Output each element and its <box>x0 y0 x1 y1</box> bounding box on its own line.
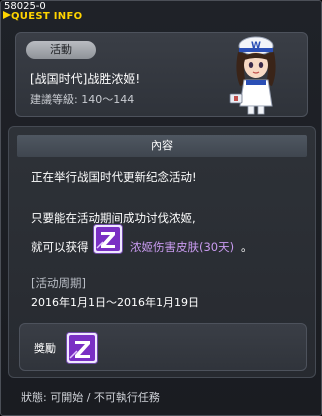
window-title: QUEST INFO <box>11 11 83 22</box>
title-bar[interactable]: 58025-0 QUEST INFO <box>1 1 321 23</box>
reward-item-icon[interactable] <box>66 332 98 364</box>
content-panel: 內容 正在举行战国时代更新纪念活动! 只要能在活动期间成功讨伐浓姬, 就可以获得… <box>8 126 316 378</box>
content-line-1: 正在举行战国时代更新纪念活动! <box>31 170 197 184</box>
damage-skin-icon[interactable] <box>93 224 123 254</box>
reward-name: 浓姬伤害皮肤(30天) <box>130 240 235 254</box>
quest-name: [战国时代]战胜浓姬! <box>30 72 141 86</box>
content-section-title: 內容 <box>17 135 307 157</box>
svg-text:W: W <box>251 41 261 51</box>
quest-info-window: 58025-0 QUEST INFO 活動 [战国时代]战胜浓姬! 建議等級: … <box>0 0 322 416</box>
quest-marker-icon <box>3 11 11 19</box>
content-line-3-prefix: 就可以获得 <box>31 240 89 254</box>
reward-label: 獎勵 <box>34 342 56 355</box>
content-line-3-suffix: 。 <box>241 240 253 254</box>
level-requirement: 建議等級: 140～144 <box>30 93 135 106</box>
event-period-dates: 2016年1月1日～2016年1月19日 <box>31 296 199 309</box>
npc-portrait-icon: W <box>229 36 276 115</box>
reward-box: 獎勵 <box>19 323 307 371</box>
event-period-label: [活动周期] <box>31 276 86 290</box>
quest-status: 狀態: 可開始 / 不可執行任務 <box>21 391 160 404</box>
event-badge: 活動 <box>26 41 96 59</box>
